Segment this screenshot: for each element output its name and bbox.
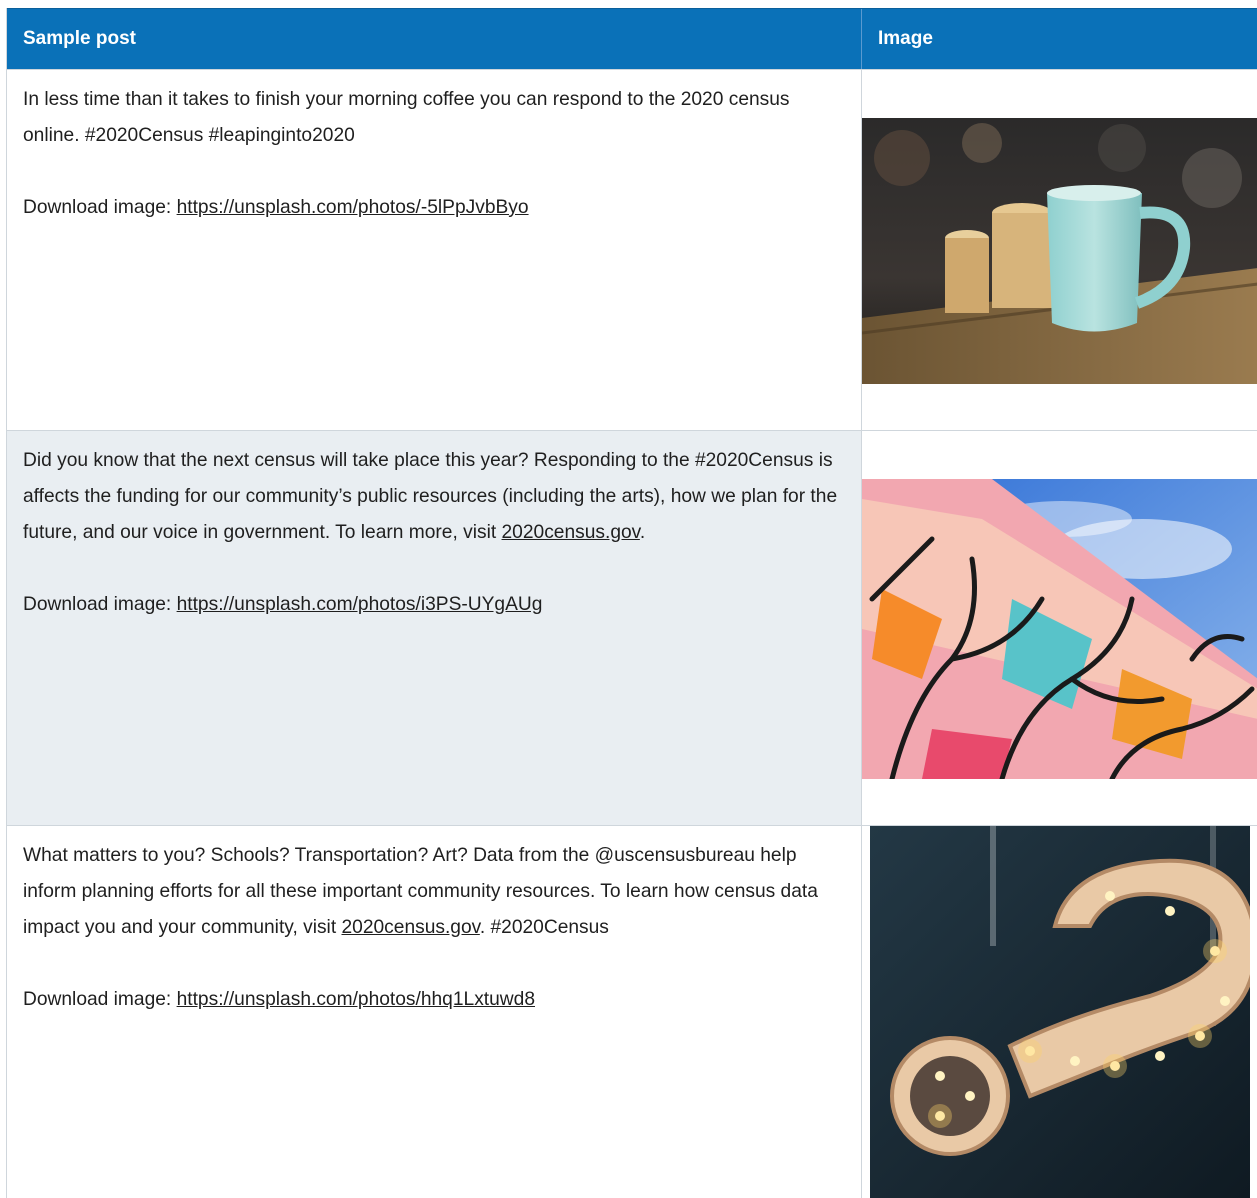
image-cell [862, 826, 1257, 1198]
post-cell: What matters to you? Schools? Transporta… [7, 826, 862, 1198]
table-header: Sample post Image [7, 8, 1257, 69]
download-label: Download image: [23, 197, 177, 218]
post-text: Did you know that the next census will t… [23, 443, 845, 551]
post-text: What matters to you? Schools? Transporta… [23, 838, 845, 946]
table-row: What matters to you? Schools? Transporta… [7, 825, 1257, 1198]
question-mark-marquee-photo-icon [870, 826, 1257, 1198]
post-text-after: . #2020Census [479, 917, 609, 938]
post-text-after: . [639, 522, 646, 543]
post-text-before: Did you know that the next census will t… [23, 450, 838, 543]
sample-posts-table: Sample post Image In less time than it t… [6, 8, 1257, 1198]
table-row: In less time than it takes to finish you… [7, 69, 1257, 430]
mural-photo-icon [862, 479, 1257, 782]
download-line: Download image: https://unsplash.com/pho… [23, 190, 845, 226]
download-link[interactable]: https://unsplash.com/photos/-5lPpJvbByo [177, 197, 529, 218]
download-line: Download image: https://unsplash.com/pho… [23, 587, 845, 623]
post-cell: In less time than it takes to finish you… [7, 70, 862, 430]
image-cell [862, 70, 1257, 430]
download-label: Download image: [23, 989, 177, 1010]
header-image: Image [878, 28, 933, 49]
coffee-mug-photo-icon [862, 118, 1257, 384]
table-row: Did you know that the next census will t… [7, 430, 1257, 825]
download-label: Download image: [23, 594, 177, 615]
download-link[interactable]: https://unsplash.com/photos/i3PS-UYgAUg [177, 594, 543, 615]
post-cell: Did you know that the next census will t… [7, 431, 862, 825]
download-link[interactable]: https://unsplash.com/photos/hhq1Lxtuwd8 [177, 989, 535, 1010]
census-link[interactable]: 2020census.gov [502, 522, 640, 543]
header-sample-post: Sample post [7, 9, 862, 69]
census-link[interactable]: 2020census.gov [342, 917, 480, 938]
post-text: In less time than it takes to finish you… [23, 89, 790, 146]
download-line: Download image: https://unsplash.com/pho… [23, 982, 845, 1018]
image-cell [862, 431, 1257, 825]
